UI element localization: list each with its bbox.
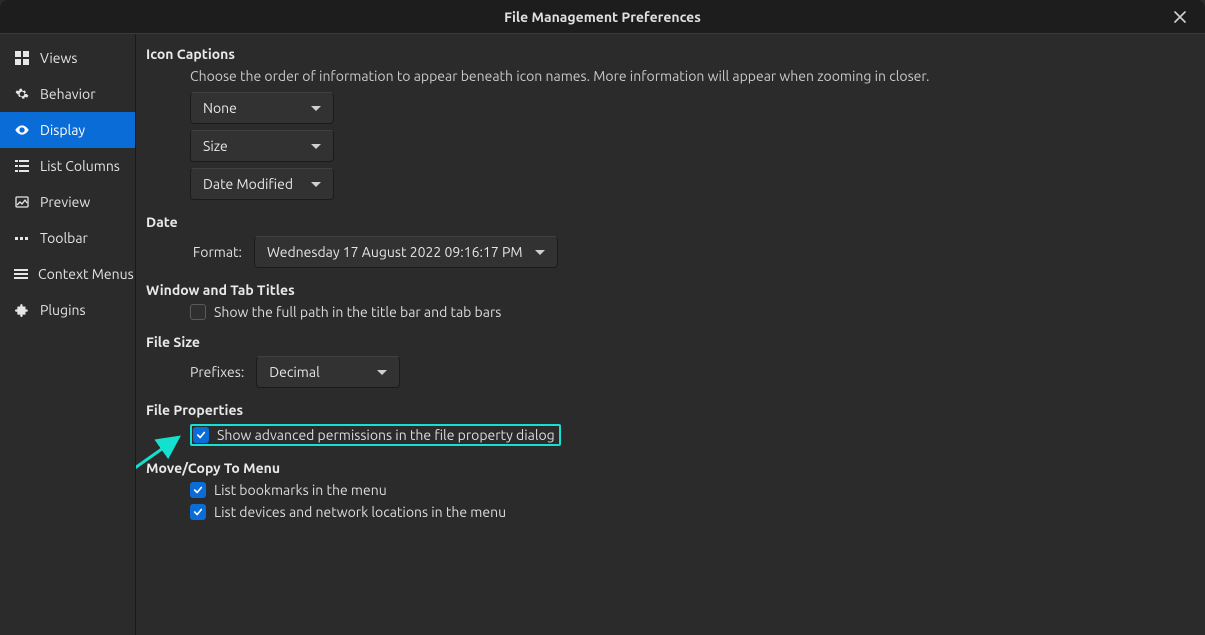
- advanced-permissions-check[interactable]: Show advanced permissions in the file pr…: [193, 427, 555, 443]
- section-icon-captions-title: Icon Captions: [146, 46, 1195, 62]
- gear-icon: [14, 86, 30, 102]
- date-format-label: Format:: [190, 244, 242, 260]
- filesize-prefixes-label: Prefixes:: [190, 364, 244, 380]
- icon-caption-3-combo[interactable]: Date Modified: [190, 168, 334, 200]
- sidebar-item-label: Views: [40, 50, 77, 66]
- close-icon: [1174, 11, 1186, 23]
- checkbox-checked-icon: [190, 482, 206, 498]
- filesize-prefixes-combo[interactable]: Decimal: [256, 356, 400, 388]
- filesize-prefixes-value: Decimal: [269, 364, 319, 380]
- chevron-down-icon: [377, 370, 387, 375]
- checkbox-icon: [190, 304, 206, 320]
- chevron-down-icon: [535, 250, 545, 255]
- section-file-properties-title: File Properties: [146, 402, 1195, 418]
- list-bookmarks-label: List bookmarks in the menu: [214, 482, 387, 498]
- section-file-size-title: File Size: [146, 334, 1195, 350]
- chevron-down-icon: [311, 144, 321, 149]
- sidebar-item-label: Context Menus: [38, 266, 134, 282]
- icon-captions-help: Choose the order of information to appea…: [190, 68, 1195, 84]
- image-icon: [14, 194, 30, 210]
- grid-icon: [14, 50, 30, 66]
- sidebar-item-label: Display: [40, 122, 85, 138]
- close-button[interactable]: [1163, 0, 1197, 33]
- sidebar-item-list-columns[interactable]: List Columns: [0, 148, 135, 184]
- puzzle-icon: [14, 302, 30, 318]
- sidebar-item-views[interactable]: Views: [0, 40, 135, 76]
- sidebar-item-label: Behavior: [40, 86, 96, 102]
- section-date-title: Date: [146, 214, 1195, 230]
- chevron-down-icon: [311, 182, 321, 187]
- sidebar-item-context-menus[interactable]: Context Menus: [0, 256, 135, 292]
- icon-caption-3-value: Date Modified: [203, 176, 293, 192]
- checkbox-checked-icon: [190, 504, 206, 520]
- titlebar: File Management Preferences: [0, 0, 1205, 34]
- sidebar-item-behavior[interactable]: Behavior: [0, 76, 135, 112]
- list-icon: [14, 158, 30, 174]
- sidebar-item-plugins[interactable]: Plugins: [0, 292, 135, 328]
- menu-icon: [14, 266, 28, 282]
- chevron-down-icon: [311, 106, 321, 111]
- sidebar-item-preview[interactable]: Preview: [0, 184, 135, 220]
- content-pane: Icon Captions Choose the order of inform…: [136, 34, 1205, 635]
- list-devices-check[interactable]: List devices and network locations in th…: [190, 504, 1195, 520]
- date-format-value: Wednesday 17 August 2022 09:16:17 PM: [267, 244, 523, 260]
- advanced-permissions-label: Show advanced permissions in the file pr…: [217, 427, 555, 443]
- date-format-combo[interactable]: Wednesday 17 August 2022 09:16:17 PM: [254, 236, 558, 268]
- icon-caption-1-combo[interactable]: None: [190, 92, 334, 124]
- sidebar-item-display[interactable]: Display: [0, 112, 135, 148]
- show-full-path-check[interactable]: Show the full path in the title bar and …: [190, 304, 1195, 320]
- checkbox-checked-icon: [193, 427, 209, 443]
- list-bookmarks-check[interactable]: List bookmarks in the menu: [190, 482, 1195, 498]
- window-title: File Management Preferences: [504, 9, 701, 25]
- sidebar-item-label: Plugins: [40, 302, 86, 318]
- annotation-highlight: Show advanced permissions in the file pr…: [190, 424, 561, 446]
- icon-caption-1-value: None: [203, 100, 237, 116]
- list-devices-label: List devices and network locations in th…: [214, 504, 506, 520]
- sidebar-item-label: List Columns: [40, 158, 120, 174]
- sidebar-item-label: Toolbar: [40, 230, 88, 246]
- eye-icon: [14, 122, 30, 138]
- sidebar-item-toolbar[interactable]: Toolbar: [0, 220, 135, 256]
- icon-caption-2-value: Size: [203, 138, 228, 154]
- icon-caption-2-combo[interactable]: Size: [190, 130, 334, 162]
- dots-icon: [14, 230, 30, 246]
- section-move-copy-title: Move/Copy To Menu: [146, 460, 1195, 476]
- section-window-tab-title: Window and Tab Titles: [146, 282, 1195, 298]
- show-full-path-label: Show the full path in the title bar and …: [214, 304, 501, 320]
- sidebar-item-label: Preview: [40, 194, 90, 210]
- sidebar: Views Behavior Display List Columns: [0, 34, 136, 635]
